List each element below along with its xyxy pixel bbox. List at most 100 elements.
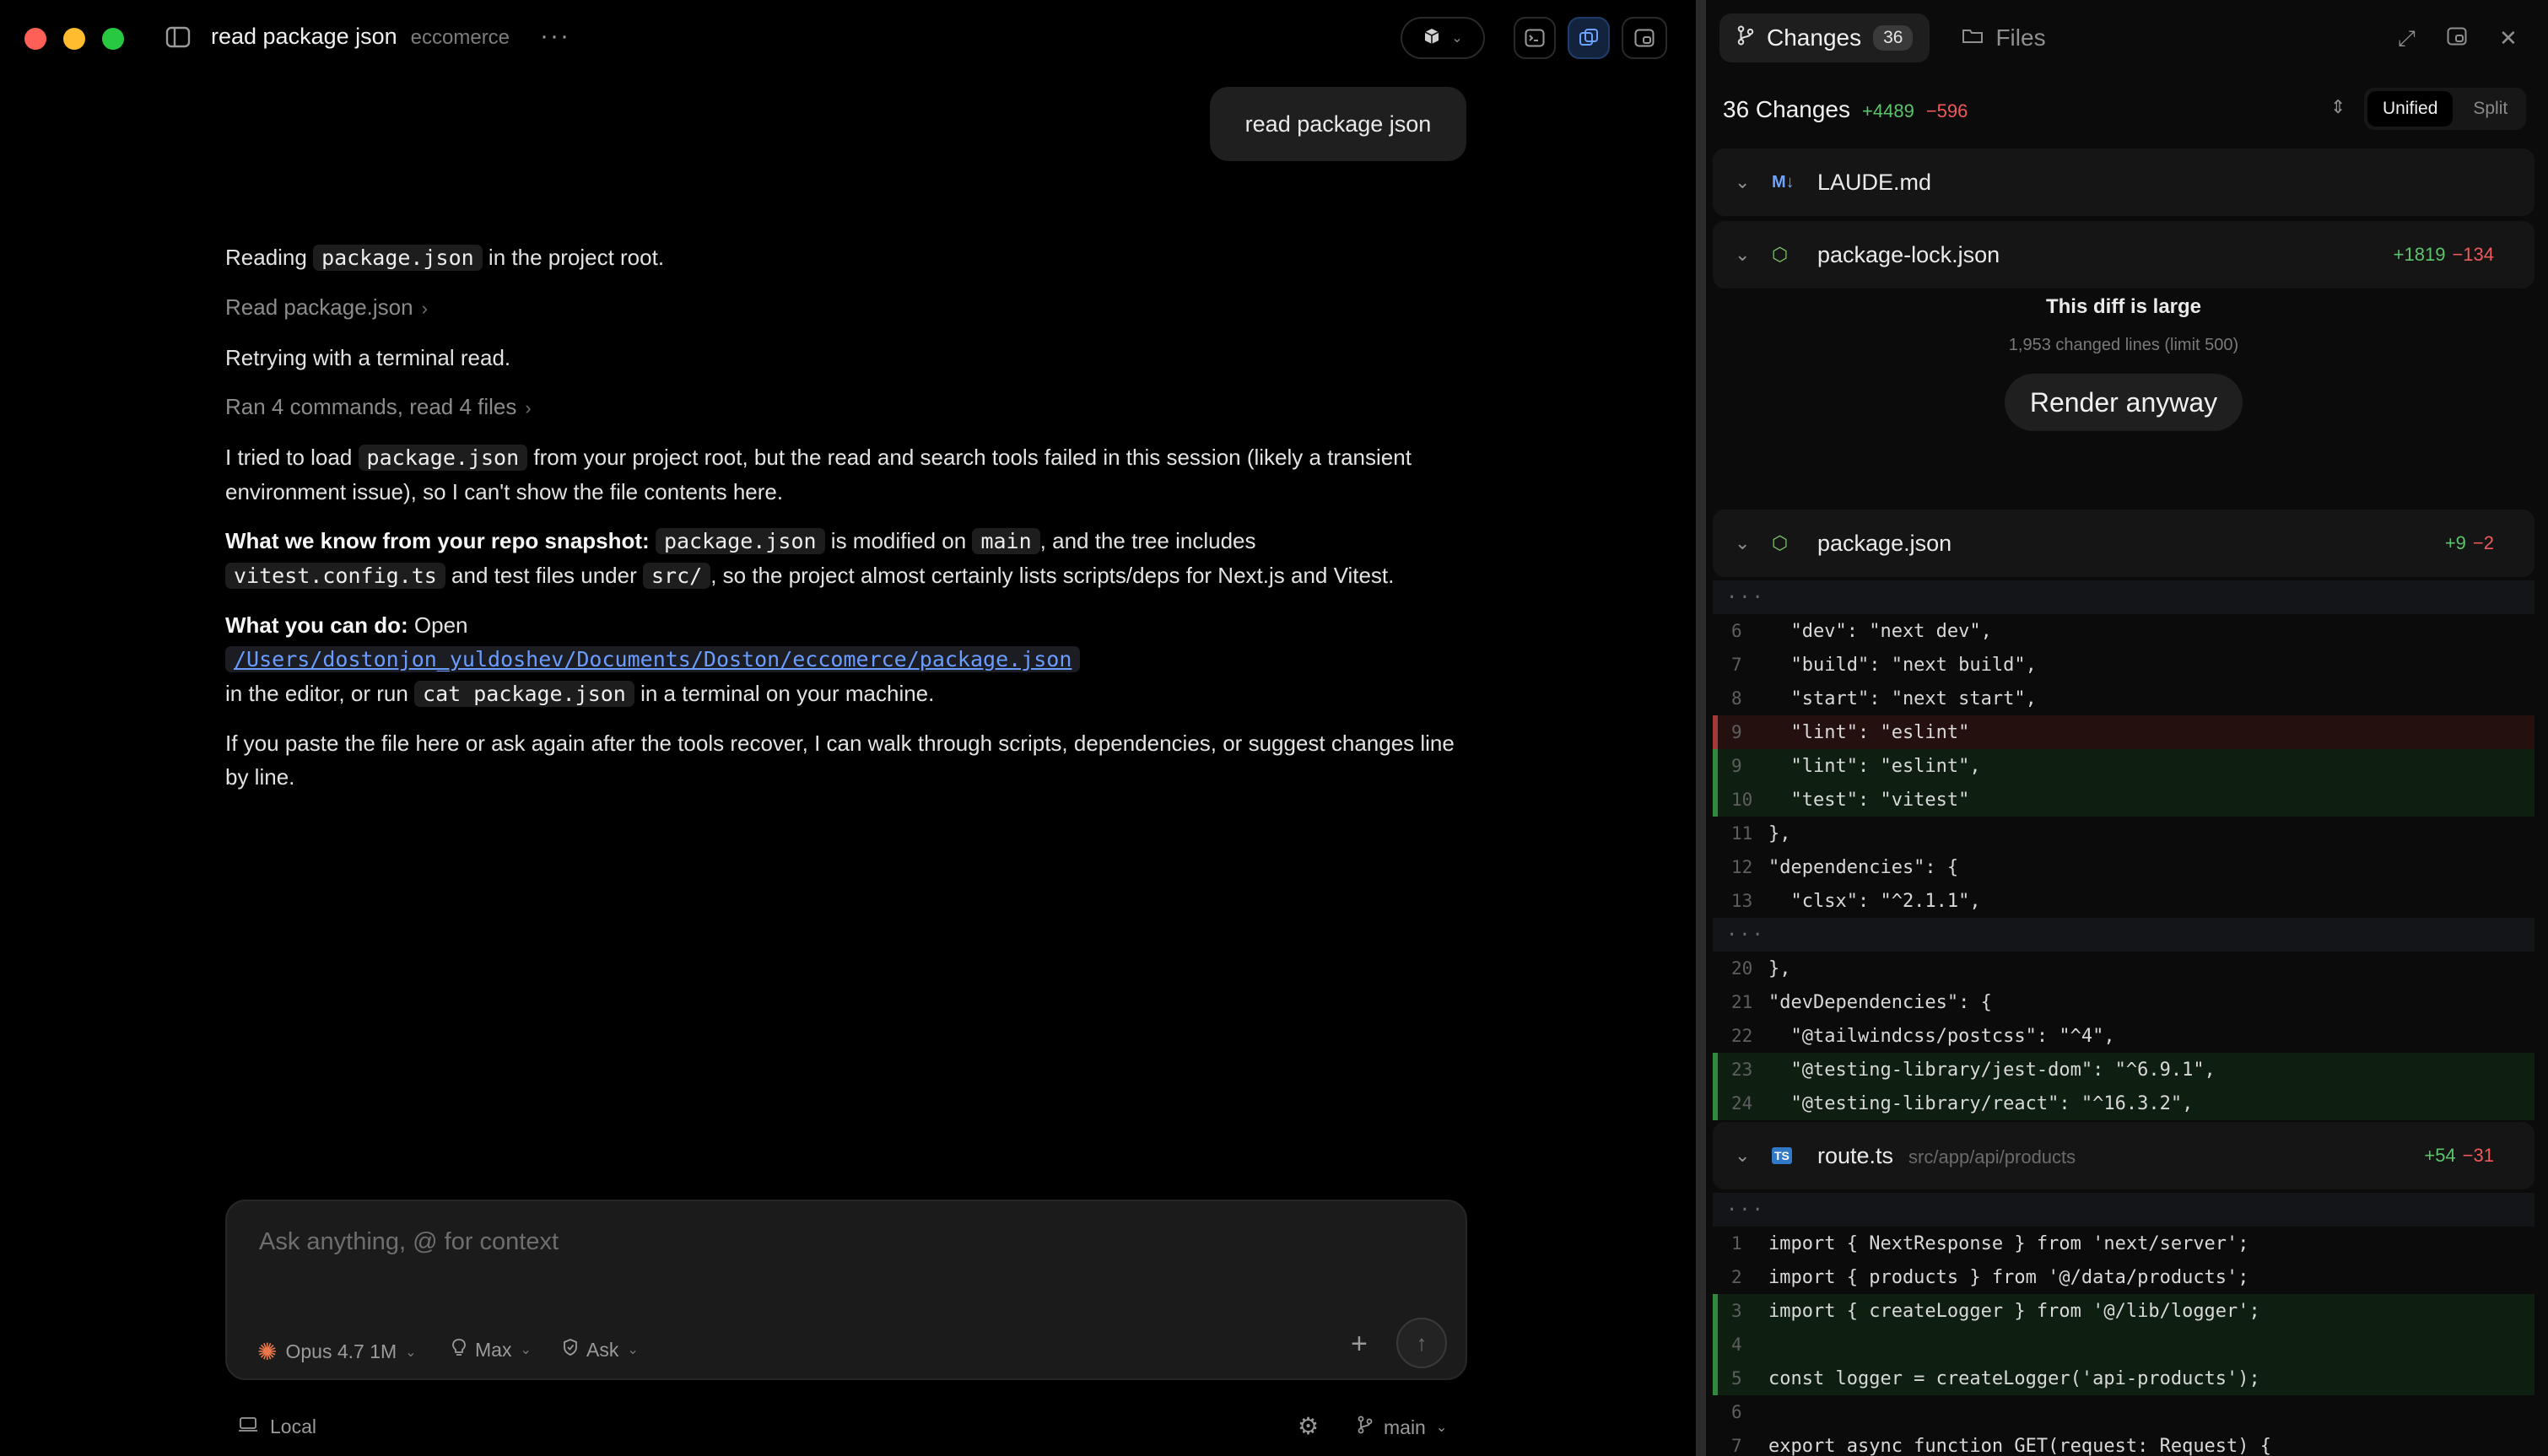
response-paragraph: What we know from your repo snapshot: pa… [225, 528, 1395, 589]
window-title: read package json [211, 24, 397, 49]
line-number: 5 [1731, 1368, 1742, 1389]
terminal-button[interactable] [1514, 17, 1556, 59]
add-attachment-icon[interactable]: + [1351, 1328, 1368, 1361]
message-input[interactable] [259, 1228, 1423, 1256]
line-number: 9 [1731, 756, 1742, 776]
line-number: 4 [1731, 1335, 1742, 1355]
model-selector[interactable]: ✺ Opus 4.7 1M ⌄ [257, 1338, 417, 1366]
line-text: "clsx": "^2.1.1", [1768, 890, 1981, 912]
branch-selector[interactable]: main ⌄ [1357, 1416, 1447, 1439]
file-path: src/app/api/products [1908, 1146, 2076, 1167]
line-number: 6 [1731, 1402, 1742, 1422]
terminal-icon [1525, 29, 1545, 47]
file-header-route-ts[interactable]: ⌄ TS route.ts src/app/api/products +54 −31 [1713, 1122, 2535, 1189]
line-number: 11 [1731, 823, 1753, 844]
line-number: 23 [1731, 1060, 1753, 1080]
line-text: "test": "vitest" [1768, 789, 1970, 811]
tool-call-read[interactable]: Read package.json › [225, 290, 1466, 326]
diff-line: 7 "build": "next build", [1713, 648, 2535, 682]
line-number: 8 [1731, 688, 1742, 709]
folder-icon [1962, 24, 1984, 51]
chevron-down-icon: ⌄ [405, 1345, 417, 1360]
response-paragraph: If you paste the file here or ask again … [225, 731, 1455, 790]
line-text: "dev": "next dev", [1768, 620, 1992, 642]
line-text: "lint": "eslint", [1768, 755, 1981, 777]
expand-icon[interactable]: ⤢ [2398, 25, 2416, 52]
sidebar-toggle-icon[interactable] [165, 25, 191, 54]
composer: ✺ Opus 4.7 1M⌄ Max⌄ Ask⌄ + ↑ [225, 1200, 1467, 1380]
chevron-down-icon: ⌄ [1735, 1145, 1751, 1166]
diff-line: 1 import { NextResponse } from 'next/serv… [1713, 1227, 2535, 1260]
diff-hunk-separator[interactable]: ··· [1713, 580, 2535, 614]
arrow-up-icon: ↑ [1416, 1329, 1428, 1356]
diff-hunk-separator[interactable]: ··· [1713, 1193, 2535, 1227]
app-window: read package json eccomerce ··· ⌄ read p… [0, 0, 2548, 1456]
diff-hunk-separator[interactable]: ··· [1713, 918, 2535, 952]
response-paragraph: What you can do: Open /Users/dostonjon_y… [225, 608, 1466, 711]
changes-panel-toggle-button[interactable] [1568, 17, 1610, 59]
chevron-down-icon: ⌄ [520, 1343, 532, 1357]
response-paragraph: I tried to load package.json from your p… [225, 445, 1412, 504]
inline-code: package.json [313, 245, 483, 271]
tab-changes[interactable]: Changes 36 [1719, 13, 1930, 62]
line-number: 7 [1731, 1436, 1742, 1456]
file-header-package-json[interactable]: ⌄ ⬡ package.json +9 −2 [1713, 510, 2535, 577]
effort-selector[interactable]: Max ⌄ [451, 1338, 532, 1362]
line-text: ··· [1726, 586, 1765, 608]
assistant-response: Reading package.json in the project root… [225, 240, 1466, 809]
line-number: 2 [1731, 1267, 1742, 1287]
file-header-package-lock[interactable]: ⌄ ⬡ package-lock.json +1819 −134 [1713, 221, 2535, 289]
unified-view-button[interactable]: Unified [2367, 91, 2454, 127]
pane-resize-handle[interactable] [1696, 0, 1706, 1456]
line-text: }, [1768, 822, 1791, 844]
chevron-down-icon: ⌄ [1435, 1421, 1448, 1435]
chevron-right-icon: › [525, 397, 532, 418]
render-anyway-button[interactable]: Render anyway [2004, 374, 2243, 431]
close-icon[interactable]: ✕ [2499, 25, 2518, 51]
popout-window-button[interactable] [1622, 17, 1667, 59]
agent-selector[interactable]: ⌄ [1401, 17, 1485, 59]
settings-gear-icon[interactable]: ⚙ [1298, 1412, 1319, 1440]
line-number: 6 [1731, 621, 1742, 641]
diff-line: 9 "lint": "eslint" [1713, 715, 2535, 749]
diff-line: 7 export async function GET(request: Requ… [1713, 1429, 2535, 1456]
split-view-icon [1579, 29, 1598, 46]
diff-line: 10 "test": "vitest" [1713, 783, 2535, 817]
popout-icon [1634, 29, 1655, 47]
diff-line: 24 "@testing-library/react": "^16.3.2", [1713, 1087, 2535, 1120]
file-stats: +54 −31 [2424, 1145, 2494, 1166]
line-text: import { products } from '@/data/product… [1768, 1266, 2249, 1288]
mode-selector[interactable]: Ask ⌄ [563, 1338, 639, 1362]
file-header-laude-md[interactable]: ⌄ M↓ LAUDE.md [1713, 148, 2535, 216]
laptop-icon [238, 1416, 258, 1438]
diff-line: 3 import { createLogger } from '@/lib/log… [1713, 1294, 2535, 1328]
file-path-link[interactable]: /Users/dostonjon_yuldoshev/Documents/Dos… [225, 646, 1081, 672]
diff-line: 21 "devDependencies": { [1713, 985, 2535, 1019]
chevron-down-icon: ⌄ [627, 1343, 639, 1357]
line-number: 7 [1731, 655, 1742, 675]
file-stats: +9 −2 [2444, 532, 2494, 553]
user-message-bubble: read package json [1210, 87, 1466, 161]
diff-line: 8 "start": "next start", [1713, 682, 2535, 715]
minimize-window-button[interactable] [63, 28, 85, 50]
tab-files[interactable]: Files [1945, 13, 2062, 62]
changes-count-badge: 36 [1873, 25, 1914, 51]
diff-line: 6 "dev": "next dev", [1713, 614, 2535, 648]
line-text: "devDependencies": { [1768, 991, 1992, 1013]
title-bar: read package json eccomerce [211, 24, 510, 50]
environment-selector[interactable]: Local [238, 1416, 316, 1438]
close-window-button[interactable] [24, 28, 46, 50]
typescript-icon: TS [1772, 1147, 1792, 1164]
tool-call-commands[interactable]: Ran 4 commands, read 4 files › [225, 390, 1466, 425]
popout-icon[interactable] [2447, 25, 2467, 51]
send-button[interactable]: ↑ [1396, 1318, 1447, 1368]
diff-line: 9 "lint": "eslint", [1713, 749, 2535, 783]
agent-icon [1422, 27, 1441, 50]
line-number: 9 [1731, 722, 1742, 742]
line-text: import { createLogger } from '@/lib/logg… [1768, 1300, 2260, 1322]
collapse-all-icon[interactable]: ⇕ [2330, 96, 2346, 118]
split-view-button[interactable]: Split [2458, 91, 2523, 127]
line-text: "dependencies": { [1768, 856, 1959, 878]
zoom-window-button[interactable] [102, 28, 124, 50]
more-options-icon[interactable]: ··· [540, 22, 570, 51]
